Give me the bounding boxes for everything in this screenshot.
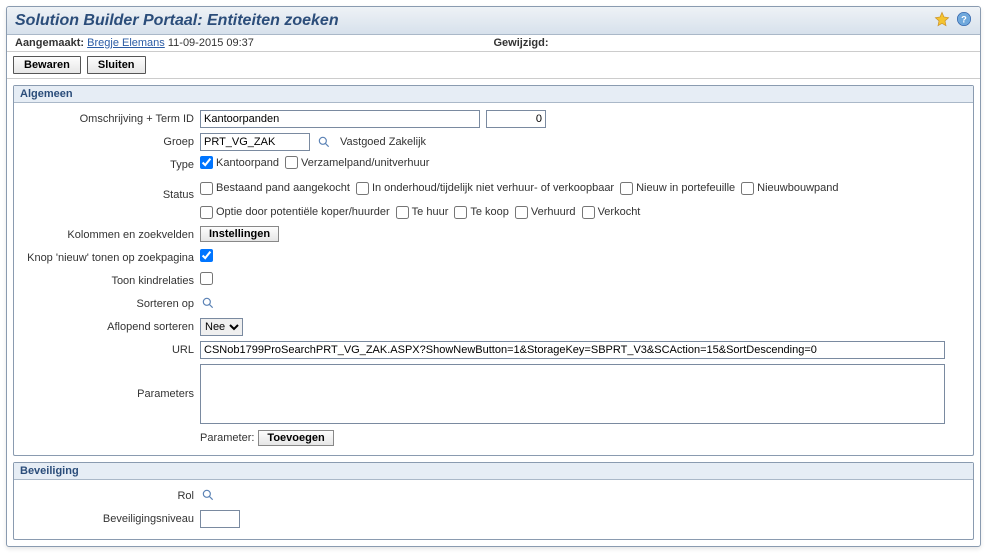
lookup-role-icon[interactable] bbox=[200, 487, 216, 503]
fieldset-general-header: Algemeen bbox=[14, 86, 973, 103]
type-checkbox[interactable] bbox=[200, 156, 213, 169]
label-columns: Kolommen en zoekvelden bbox=[20, 226, 200, 241]
window: Solution Builder Portaal: Entiteiten zoe… bbox=[6, 6, 981, 547]
label-type: Type bbox=[20, 156, 200, 171]
status-option[interactable]: Te koop bbox=[454, 203, 509, 223]
window-title: Solution Builder Portaal: Entiteiten zoe… bbox=[15, 12, 339, 30]
fieldset-security-header: Beveiliging bbox=[14, 463, 973, 480]
sec-level-input[interactable] bbox=[200, 510, 240, 528]
fieldset-general: Algemeen Omschrijving + Term ID Groep Va… bbox=[13, 85, 974, 456]
label-url: URL bbox=[20, 341, 200, 356]
status-label: Bestaand pand aangekocht bbox=[216, 179, 350, 199]
status-option[interactable]: In onderhoud/tijdelijk niet verhuur- of … bbox=[356, 179, 614, 199]
status-label: Nieuw in portefeuille bbox=[636, 179, 735, 199]
type-option[interactable]: Kantoorpand bbox=[200, 156, 279, 169]
settings-button[interactable]: Instellingen bbox=[200, 226, 279, 242]
term-id-input[interactable] bbox=[486, 110, 546, 128]
button-bar: Bewaren Sluiten bbox=[7, 52, 980, 79]
status-label: Nieuwbouwpand bbox=[757, 179, 838, 199]
sort-desc-select[interactable]: Nee bbox=[200, 318, 243, 336]
child-rel-checkbox[interactable] bbox=[200, 272, 213, 285]
status-label: In onderhoud/tijdelijk niet verhuur- of … bbox=[372, 179, 614, 199]
label-sort-desc: Aflopend sorteren bbox=[20, 318, 200, 333]
status-option[interactable]: Optie door potentiële koper/huurder bbox=[200, 203, 390, 223]
label-sec-level: Beveiligingsniveau bbox=[20, 510, 200, 525]
status-option[interactable]: Te huur bbox=[396, 203, 449, 223]
label-role: Rol bbox=[20, 487, 200, 502]
created-by-link[interactable]: Bregje Elemans bbox=[87, 37, 165, 49]
status-label: Te koop bbox=[470, 203, 509, 223]
status-checkbox[interactable] bbox=[356, 182, 369, 195]
status-label: Verkocht bbox=[598, 203, 641, 223]
type-option[interactable]: Verzamelpand/unitverhuur bbox=[285, 156, 429, 169]
status-option[interactable]: Verhuurd bbox=[515, 203, 576, 223]
type-checkbox[interactable] bbox=[285, 156, 298, 169]
parameters-textarea[interactable] bbox=[200, 364, 945, 424]
modified-label: Gewijzigd: bbox=[494, 37, 549, 49]
label-status: Status bbox=[20, 179, 200, 201]
created-label: Aangemaakt: bbox=[15, 37, 84, 49]
label-desc-term: Omschrijving + Term ID bbox=[20, 110, 200, 125]
status-label: Optie door potentiële koper/huurder bbox=[216, 203, 390, 223]
type-label: Verzamelpand/unitverhuur bbox=[301, 157, 429, 169]
url-input[interactable] bbox=[200, 341, 945, 359]
status-checkbox[interactable] bbox=[741, 182, 754, 195]
label-show-new: Knop 'nieuw' tonen op zoekpagina bbox=[20, 249, 200, 264]
lookup-sort-icon[interactable] bbox=[200, 295, 216, 311]
title-bar: Solution Builder Portaal: Entiteiten zoe… bbox=[7, 7, 980, 35]
label-parameters: Parameters bbox=[20, 364, 200, 400]
favorite-icon[interactable] bbox=[934, 11, 950, 30]
help-icon[interactable]: ? bbox=[956, 11, 972, 30]
group-display: Vastgoed Zakelijk bbox=[340, 136, 426, 148]
status-label: Te huur bbox=[412, 203, 449, 223]
parameter-add-label: Parameter: bbox=[200, 432, 254, 444]
status-option[interactable]: Nieuwbouwpand bbox=[741, 179, 838, 199]
lookup-group-icon[interactable] bbox=[316, 134, 332, 150]
created-at: 11-09-2015 09:37 bbox=[168, 37, 254, 49]
fieldset-security: Beveiliging Rol Beveiligingsniveau bbox=[13, 462, 974, 540]
add-parameter-button[interactable]: Toevoegen bbox=[258, 430, 333, 446]
group-input[interactable] bbox=[200, 133, 310, 151]
status-label: Verhuurd bbox=[531, 203, 576, 223]
status-checkbox[interactable] bbox=[200, 206, 213, 219]
meta-bar: Aangemaakt: Bregje Elemans 11-09-2015 09… bbox=[7, 35, 980, 52]
type-label: Kantoorpand bbox=[216, 157, 279, 169]
status-checkbox[interactable] bbox=[582, 206, 595, 219]
status-option[interactable]: Bestaand pand aangekocht bbox=[200, 179, 350, 199]
description-input[interactable] bbox=[200, 110, 480, 128]
svg-text:?: ? bbox=[961, 14, 967, 24]
status-checkbox[interactable] bbox=[396, 206, 409, 219]
status-checkbox[interactable] bbox=[515, 206, 528, 219]
status-checkbox[interactable] bbox=[454, 206, 467, 219]
close-button[interactable]: Sluiten bbox=[87, 56, 146, 74]
status-option[interactable]: Verkocht bbox=[582, 203, 641, 223]
show-new-checkbox[interactable] bbox=[200, 249, 213, 262]
label-group: Groep bbox=[20, 133, 200, 148]
status-checkbox[interactable] bbox=[620, 182, 633, 195]
label-sort-on: Sorteren op bbox=[20, 295, 200, 310]
label-child-rel: Toon kindrelaties bbox=[20, 272, 200, 287]
status-checkbox[interactable] bbox=[200, 182, 213, 195]
status-option[interactable]: Nieuw in portefeuille bbox=[620, 179, 735, 199]
save-button[interactable]: Bewaren bbox=[13, 56, 81, 74]
